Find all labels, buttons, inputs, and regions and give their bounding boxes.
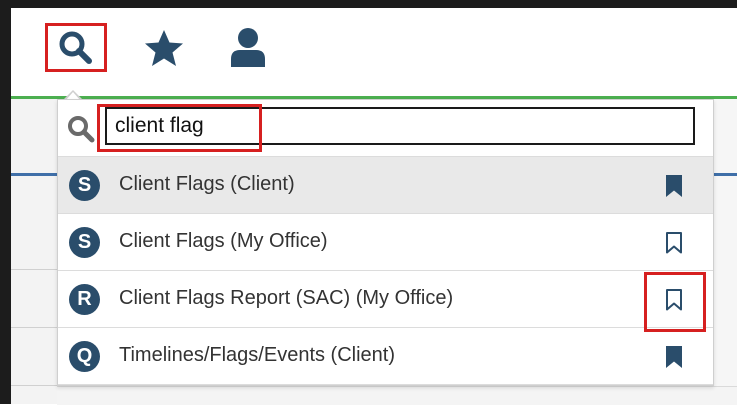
bookmark-toggle[interactable]: [659, 171, 689, 201]
bookmark-toggle[interactable]: [659, 342, 689, 372]
search-input[interactable]: [105, 107, 695, 145]
result-type-badge: S: [69, 170, 100, 201]
result-item-timelines-flags-events[interactable]: Q Timelines/Flags/Events (Client): [58, 328, 713, 385]
bookmark-filled-icon: [666, 346, 682, 368]
search-icon: [59, 31, 92, 64]
result-type-badge: R: [69, 284, 100, 315]
result-label: Timelines/Flags/Events (Client): [119, 344, 396, 366]
user-icon: [231, 28, 265, 67]
result-label: Client Flags (Client): [119, 173, 295, 195]
top-toolbar: [11, 8, 737, 96]
bookmark-filled-icon: [666, 175, 682, 197]
search-icon: [68, 116, 95, 143]
star-icon: [145, 30, 183, 66]
result-item-client-flags-report-sac[interactable]: R Client Flags Report (SAC) (My Office): [58, 271, 713, 328]
result-item-client-flags-client[interactable]: S Client Flags (Client): [58, 157, 713, 214]
result-label: Client Flags Report (SAC) (My Office): [119, 287, 454, 309]
background-left-panel: [11, 99, 58, 404]
search-row: [58, 100, 713, 157]
toolbar-favorites-button[interactable]: [140, 26, 188, 70]
bookmark-toggle[interactable]: [659, 228, 689, 258]
bookmark-toggle[interactable]: [659, 285, 689, 315]
result-type-badge: Q: [69, 341, 100, 372]
window-edge-left: [0, 0, 11, 404]
toolbar-user-button[interactable]: [224, 24, 272, 70]
search-dropdown: S Client Flags (Client) S Client Flags (…: [57, 99, 714, 386]
bookmark-outline-icon: [666, 232, 682, 254]
bookmark-outline-icon: [666, 289, 682, 311]
result-type-badge: S: [69, 227, 100, 258]
result-label: Client Flags (My Office): [119, 230, 328, 252]
result-item-client-flags-my-office[interactable]: S Client Flags (My Office): [58, 214, 713, 271]
app-window: S Client Flags (Client) S Client Flags (…: [0, 0, 737, 405]
toolbar-search-button[interactable]: [45, 23, 107, 72]
background-bottom-strip: [57, 386, 737, 405]
window-edge-top: [0, 0, 737, 8]
background-right-panel: [714, 99, 737, 404]
